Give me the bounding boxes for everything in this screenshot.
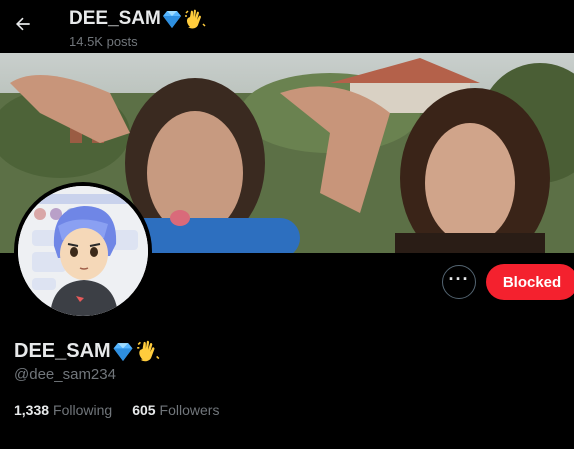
header-display-name: DEE_SAM <box>69 8 161 29</box>
arrow-left-icon <box>16 17 30 31</box>
waving-hand-icon <box>183 7 207 31</box>
header-title: DEE_SAM <box>69 7 207 31</box>
gem-icon <box>161 9 183 29</box>
header-post-count: 14.5K posts <box>69 34 138 49</box>
profile-avatar[interactable] <box>14 182 152 320</box>
profile-header-bar: DEE_SAM 14.5K posts <box>0 0 574 53</box>
blocked-button[interactable]: Blocked <box>486 264 574 300</box>
profile-handle: @dee_sam234 <box>14 366 116 383</box>
profile-name-row: DEE_SAM <box>14 338 161 364</box>
following-label: Following <box>53 402 113 418</box>
back-button[interactable] <box>8 9 38 39</box>
gem-icon <box>111 341 135 362</box>
profile-stats: 1,338 Following 605 Followers <box>14 402 219 418</box>
followers-link[interactable]: 605 Followers <box>132 402 219 418</box>
following-link[interactable]: 1,338 Following <box>14 402 112 418</box>
following-count: 1,338 <box>14 402 50 418</box>
more-options-button[interactable]: ··· <box>442 265 476 299</box>
followers-label: Followers <box>159 402 220 418</box>
profile-display-name: DEE_SAM <box>14 339 111 362</box>
followers-count: 605 <box>132 402 156 418</box>
more-dots-icon: ··· <box>448 269 470 289</box>
waving-hand-icon <box>135 338 161 364</box>
